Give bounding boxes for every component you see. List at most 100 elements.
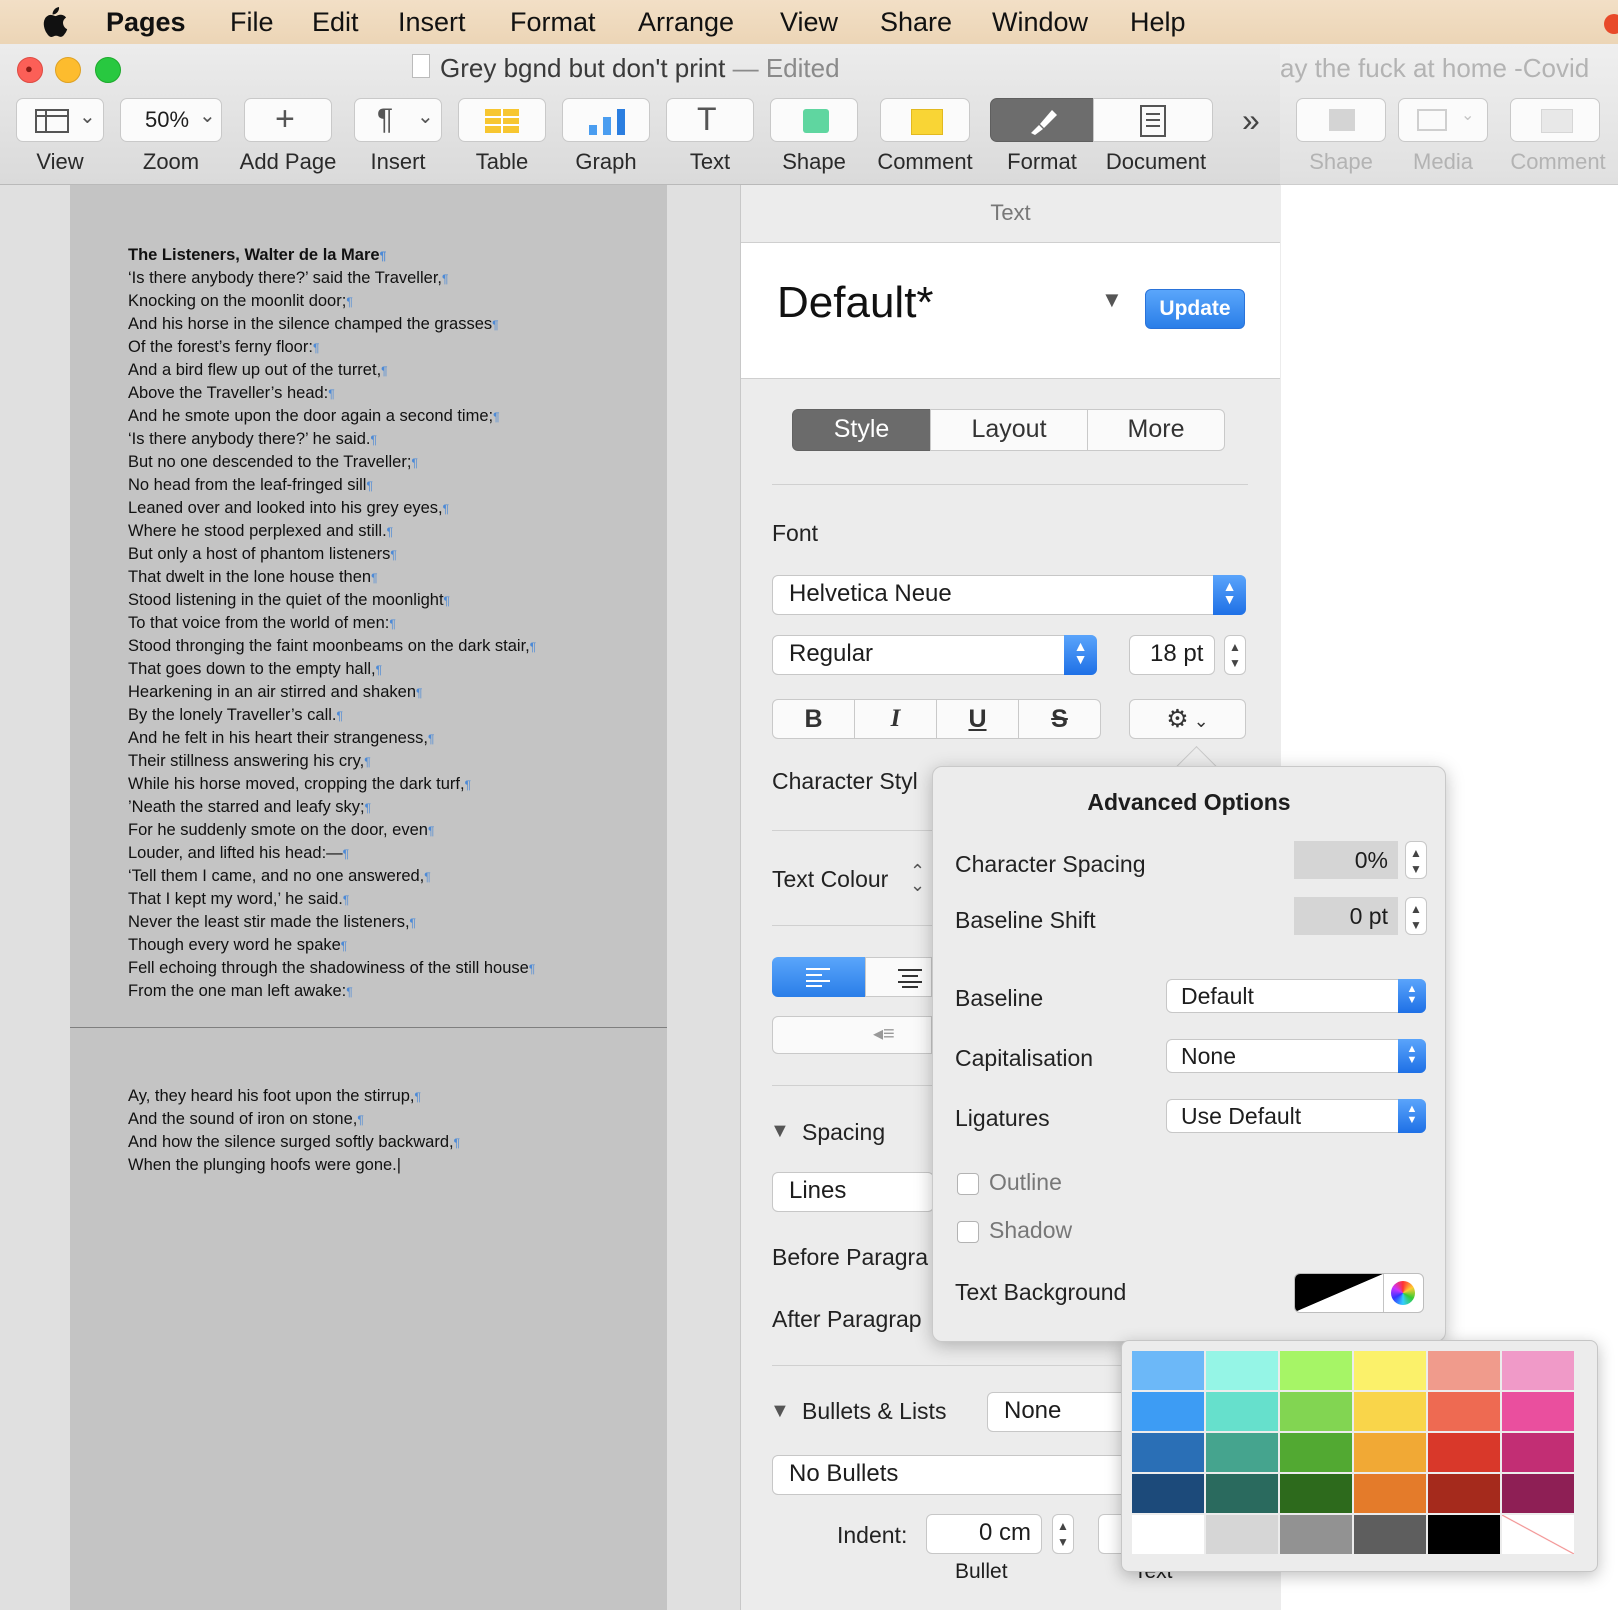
poem-line[interactable]: And his horse in the silence champed the… [128, 313, 536, 336]
bullet-indent-field[interactable]: 0 cm [926, 1514, 1042, 1554]
tab-style[interactable]: Style [792, 409, 931, 451]
colour-swatch[interactable] [1280, 1351, 1352, 1390]
colour-wheel-icon[interactable] [1391, 1281, 1415, 1305]
colour-swatch[interactable] [1132, 1392, 1204, 1431]
poem-line[interactable]: Leaned over and looked into his grey eye… [128, 497, 536, 520]
decrease-indent-button[interactable]: ◂≡ [772, 1016, 932, 1054]
insert-button[interactable]: ¶ ⌄ [354, 98, 442, 142]
colour-swatch[interactable] [1428, 1392, 1500, 1431]
poem-line[interactable]: ‘Is there anybody there?’ said the Trave… [128, 267, 536, 290]
tab-layout[interactable]: Layout [930, 409, 1088, 451]
align-center-button[interactable] [865, 957, 932, 997]
colour-swatch[interactable] [1206, 1392, 1278, 1431]
poem-line[interactable]: But only a host of phantom listeners¶ [128, 543, 536, 566]
list-style-select[interactable]: None [987, 1392, 1137, 1432]
baseline-shift-stepper[interactable]: ▲ ▼ [1405, 897, 1427, 935]
update-style-button[interactable]: Update [1145, 289, 1245, 329]
apple-icon[interactable] [40, 6, 68, 38]
menu-help[interactable]: Help [1130, 4, 1186, 40]
view-button[interactable]: ⌄ [16, 98, 104, 142]
table-button[interactable] [458, 98, 546, 142]
poem-line[interactable]: Hearkening in an air stirred and shaken¶ [128, 681, 536, 704]
disclosure-triangle-icon[interactable]: ▼ [1101, 287, 1123, 313]
colour-swatch[interactable] [1502, 1433, 1574, 1472]
colour-swatch[interactable] [1354, 1515, 1426, 1554]
colour-swatch[interactable] [1502, 1474, 1574, 1513]
baseline-select[interactable]: Default ▲ ▼ [1166, 979, 1426, 1013]
poem-line[interactable]: For he suddenly smote on the door, even¶ [128, 819, 536, 842]
shape-button[interactable] [770, 98, 858, 142]
up-down-arrows-icon[interactable]: ⌃ ⌄ [910, 862, 925, 894]
colour-swatch[interactable] [1280, 1433, 1352, 1472]
menu-edit[interactable]: Edit [312, 4, 359, 40]
poem-line[interactable]: And a bird flew up out of the turret,¶ [128, 359, 536, 382]
menu-window[interactable]: Window [992, 4, 1088, 40]
align-left-button[interactable] [772, 957, 865, 997]
font-size-stepper[interactable]: ▲ ▼ [1224, 635, 1246, 675]
menu-insert[interactable]: Insert [398, 4, 466, 40]
colour-swatch[interactable] [1502, 1392, 1574, 1431]
font-size-field[interactable]: 18 pt [1129, 635, 1215, 675]
poem-line[interactable]: ‘Tell them I came, and no one answered,¶ [128, 865, 536, 888]
colour-swatch[interactable] [1428, 1515, 1500, 1554]
zoom-window-button[interactable] [95, 57, 121, 83]
poem-line[interactable]: Fell echoing through the shadowiness of … [128, 957, 536, 980]
toolbar-overflow-icon[interactable]: » [1242, 100, 1260, 140]
font-style-select[interactable]: Regular ▲ ▼ [772, 635, 1097, 675]
strikethrough-button[interactable]: S [1018, 699, 1101, 739]
colour-swatch[interactable] [1206, 1351, 1278, 1390]
poem-line[interactable]: Never the least stir made the listeners,… [128, 911, 536, 934]
disclosure-triangle-icon[interactable]: ▼ [770, 1120, 790, 1143]
menu-arrange[interactable]: Arrange [638, 4, 734, 40]
poem-line[interactable]: ‘Is there anybody there?’ he said.¶ [128, 428, 536, 451]
colour-swatch[interactable] [1428, 1351, 1500, 1390]
menu-share[interactable]: Share [880, 4, 952, 40]
text-background-colour-well[interactable] [1294, 1273, 1424, 1313]
colour-swatch[interactable] [1132, 1433, 1204, 1472]
poem-line[interactable]: While his horse moved, cropping the dark… [128, 773, 536, 796]
poem-text-page-1[interactable]: The Listeners, Walter de la Mare¶ ‘Is the… [128, 244, 536, 1003]
ligatures-select[interactable]: Use Default ▲ ▼ [1166, 1099, 1426, 1133]
poem-line[interactable]: But no one descended to the Traveller;¶ [128, 451, 536, 474]
colour-swatch[interactable] [1206, 1474, 1278, 1513]
menu-app[interactable]: Pages [106, 4, 186, 40]
colour-swatch[interactable] [1354, 1351, 1426, 1390]
close-window-button[interactable]: ● [17, 57, 43, 83]
colour-swatch[interactable] [1354, 1474, 1426, 1513]
poem-line[interactable]: And he smote upon the door again a secon… [128, 405, 536, 428]
colour-swatch[interactable] [1206, 1515, 1278, 1554]
capitalisation-select[interactable]: None ▲ ▼ [1166, 1039, 1426, 1073]
menu-file[interactable]: File [230, 4, 274, 40]
baseline-shift-field[interactable]: 0 pt [1294, 897, 1398, 935]
menu-view[interactable]: View [780, 4, 838, 40]
line-spacing-select[interactable]: Lines [772, 1172, 934, 1212]
poem-title[interactable]: The Listeners, Walter de la Mare¶ [128, 244, 536, 267]
outline-checkbox[interactable] [957, 1173, 979, 1195]
document-button[interactable] [1093, 98, 1213, 142]
poem-line[interactable]: Stood thronging the faint moonbeams on t… [128, 635, 536, 658]
menu-format[interactable]: Format [510, 4, 596, 40]
colour-swatch[interactable] [1428, 1474, 1500, 1513]
character-spacing-field[interactable]: 0% [1294, 841, 1398, 879]
disclosure-triangle-icon[interactable]: ▼ [770, 1400, 790, 1423]
poem-line[interactable]: ’Neath the starred and leafy sky;¶ [128, 796, 536, 819]
advanced-options-button[interactable]: ⚙ ⌄ [1129, 699, 1246, 739]
colour-swatch[interactable] [1206, 1433, 1278, 1472]
zoom-dropdown[interactable]: 50% ⌄ [120, 98, 222, 142]
poem-line[interactable]: Louder, and lifted his head:—¶ [128, 842, 536, 865]
colour-swatch[interactable] [1502, 1351, 1574, 1390]
poem-line[interactable]: Above the Traveller’s head:¶ [128, 382, 536, 405]
poem-line[interactable]: Knocking on the moonlit door;¶ [128, 290, 536, 313]
underline-button[interactable]: U [936, 699, 1019, 739]
format-button[interactable] [990, 98, 1094, 142]
comment-button[interactable] [880, 98, 970, 142]
colour-swatch[interactable] [1280, 1474, 1352, 1513]
colour-swatch[interactable] [1428, 1433, 1500, 1472]
poem-text-page-2[interactable]: Ay, they heard his foot upon the stirrup… [128, 1085, 460, 1176]
poem-line[interactable]: When the plunging hoofs were gone.| [128, 1154, 460, 1176]
text-button[interactable]: T [666, 98, 754, 142]
italic-button[interactable]: I [854, 699, 937, 739]
poem-line[interactable]: No head from the leaf-fringed sill¶ [128, 474, 536, 497]
colour-swatch[interactable] [1132, 1474, 1204, 1513]
colour-swatch[interactable] [1280, 1392, 1352, 1431]
